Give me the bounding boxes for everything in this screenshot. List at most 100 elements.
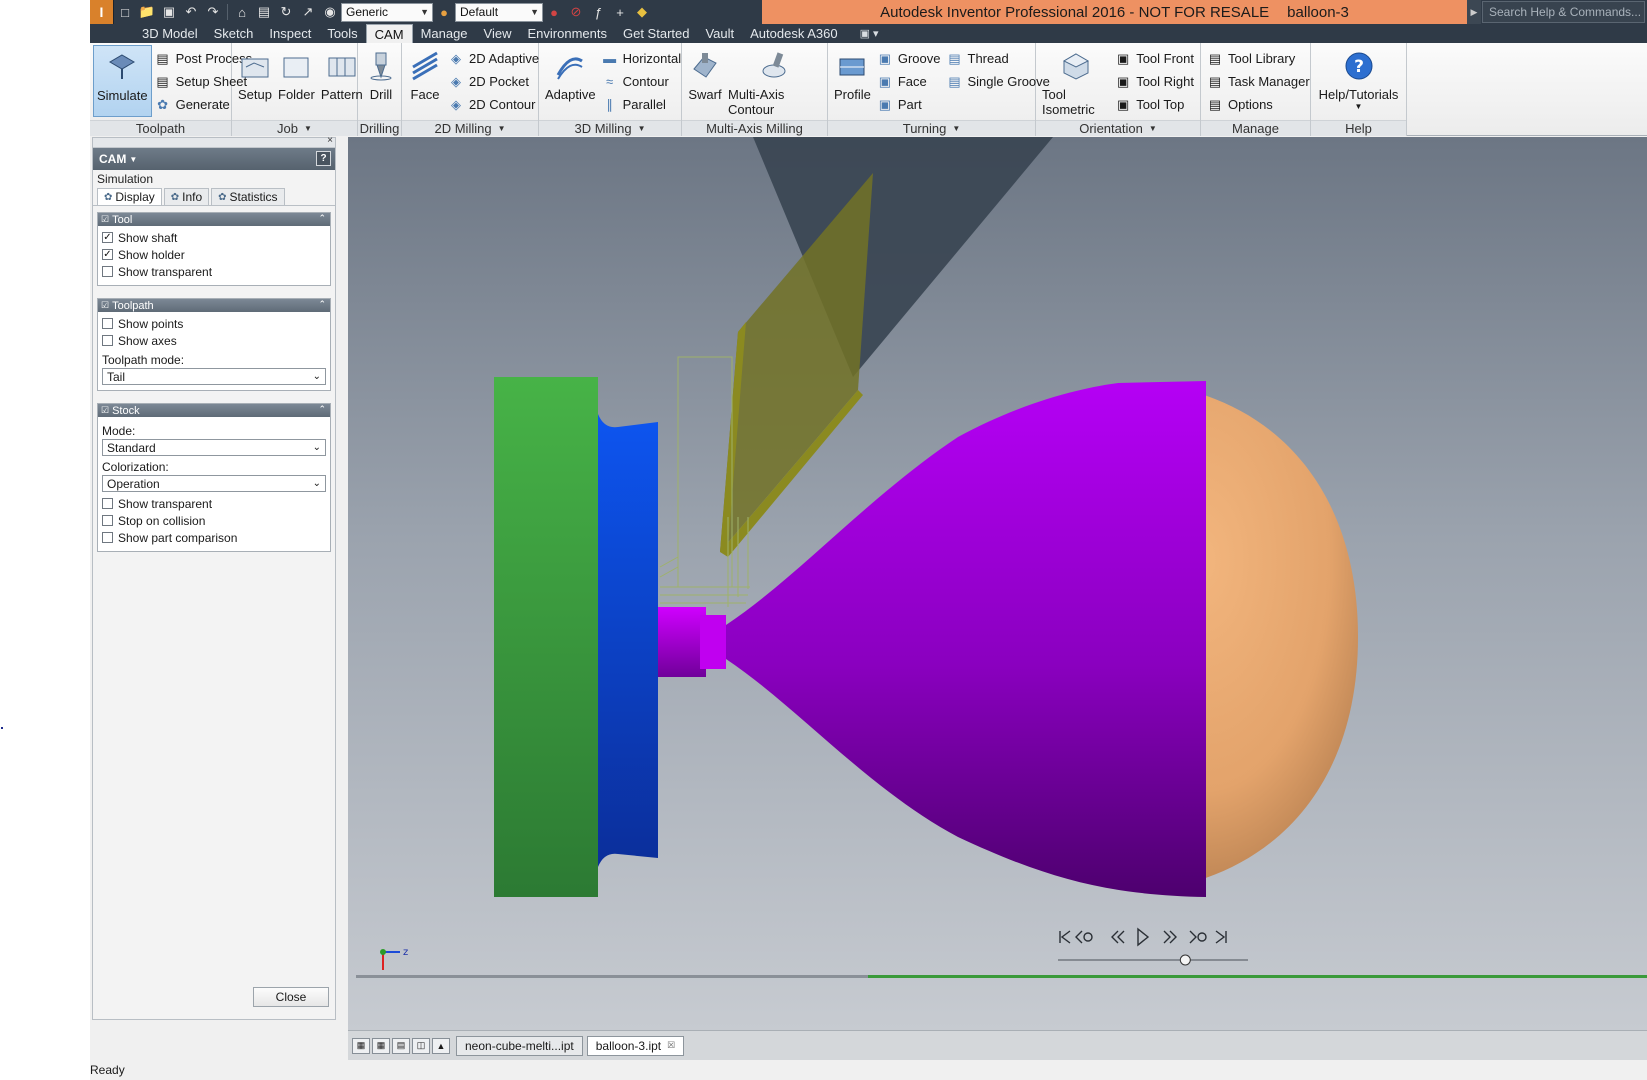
stock-mode-select[interactable]: Standard ⌄ (102, 439, 326, 456)
tab-statistics[interactable]: ✿ Statistics (211, 188, 285, 205)
skip-start-icon[interactable] (1059, 930, 1071, 944)
tab-vault[interactable]: Vault (697, 24, 742, 43)
plus-icon[interactable]: + (609, 1, 631, 23)
collapse-icon[interactable]: ⌃ (318, 404, 326, 415)
show-axes-checkbox[interactable]: Show axes (102, 332, 326, 349)
tab-environments[interactable]: Environments (520, 24, 615, 43)
playback-slider-knob[interactable] (1179, 954, 1191, 966)
profile-button[interactable]: Profile (831, 45, 874, 117)
drill-button[interactable]: Drill (361, 45, 401, 117)
tab-menu-icon[interactable]: ▲ (432, 1037, 450, 1054)
help-icon[interactable]: ? (316, 151, 331, 166)
close-icon[interactable]: ☒ (667, 1040, 675, 1051)
skip-end-icon[interactable] (1215, 930, 1227, 944)
2d-contour-button[interactable]: ◈ 2D Contour (445, 93, 542, 116)
turning-face-button[interactable]: ▣ Face (874, 70, 944, 93)
collapse-icon[interactable]: ⌃ (318, 299, 326, 310)
setup-button[interactable]: Setup (235, 45, 275, 117)
panel-toggle-icon[interactable]: ▣ ▾ (860, 24, 879, 43)
tab-tools[interactable]: Tools (319, 24, 365, 43)
stop-on-collision-checkbox[interactable]: Stop on collision (102, 512, 326, 529)
tool-show-transparent-checkbox[interactable]: Show transparent (102, 263, 326, 280)
2d-pocket-button[interactable]: ◈ 2D Pocket (445, 70, 542, 93)
face-2d-button[interactable]: Face (405, 45, 445, 117)
search-expand-icon[interactable]: ▶ (1467, 0, 1481, 24)
home-icon[interactable]: ⌂ (231, 1, 253, 23)
appearance-select[interactable]: Default ▼ (455, 2, 543, 22)
parallel-button[interactable]: ∥ Parallel (599, 93, 685, 116)
previous-operation-icon[interactable] (1075, 930, 1093, 944)
options-button[interactable]: ▤ Options (1204, 93, 1313, 116)
multi-axis-contour-button[interactable]: Multi-Axis Contour (725, 45, 824, 117)
tab-view[interactable]: View (476, 24, 520, 43)
tool-front-button[interactable]: ▣ Tool Front (1112, 47, 1197, 70)
horizontal-tile-icon[interactable]: ▤ (392, 1037, 410, 1054)
folder-button[interactable]: Folder (275, 45, 318, 117)
step-forward-icon[interactable] (1163, 930, 1177, 944)
colorization-select[interactable]: Operation ⌄ (102, 475, 326, 492)
tab-inspect[interactable]: Inspect (261, 24, 319, 43)
tab-3d-model[interactable]: 3D Model (134, 24, 206, 43)
tab-autodesk-a360[interactable]: Autodesk A360 (742, 24, 845, 43)
clear-icon[interactable]: ⊘ (565, 1, 587, 23)
open-icon[interactable]: 📁 (136, 1, 158, 23)
stock-section-header[interactable]: ☑ Stock ⌃ (98, 404, 330, 417)
tab-display[interactable]: ✿ Display (97, 188, 162, 205)
2d-adaptive-button[interactable]: ◈ 2D Adaptive (445, 47, 542, 70)
group-label-2d-milling[interactable]: 2D Milling ▼ (402, 120, 538, 136)
inventor-logo-icon[interactable]: I (90, 0, 114, 24)
redo-icon[interactable]: ↷ (202, 1, 224, 23)
graphics-viewport[interactable]: z (348, 137, 1647, 1030)
vertical-tile-icon[interactable]: ◫ (412, 1037, 430, 1054)
view-layout-icon[interactable]: ▦ (352, 1037, 370, 1054)
close-button[interactable]: Close (253, 987, 329, 1007)
material-select[interactable]: Generic ▼ (341, 2, 433, 22)
tab-sketch[interactable]: Sketch (206, 24, 262, 43)
customize-icon[interactable]: ◆ (631, 1, 653, 23)
tile-icon[interactable]: ▦ (372, 1037, 390, 1054)
panel-header[interactable]: CAM ▼ ? (93, 148, 335, 170)
document-tab[interactable]: neon-cube-melti...ipt (456, 1035, 583, 1056)
tab-cam[interactable]: CAM (365, 24, 413, 43)
material-icon[interactable]: ● (543, 1, 565, 23)
function-icon[interactable]: ƒ (587, 1, 609, 23)
show-points-checkbox[interactable]: Show points (102, 315, 326, 332)
group-label-job[interactable]: Job ▼ (232, 120, 357, 136)
groove-button[interactable]: ▣ Groove (874, 47, 944, 70)
measure-icon[interactable]: ▤ (253, 1, 275, 23)
help-tutorials-button[interactable]: ? Help/Tutorials ▼ (1314, 45, 1403, 117)
stock-show-transparent-checkbox[interactable]: Show transparent (102, 495, 326, 512)
tab-manage[interactable]: Manage (413, 24, 476, 43)
play-icon[interactable] (1137, 927, 1150, 947)
search-input[interactable]: Search Help & Commands... (1482, 1, 1645, 23)
task-manager-button[interactable]: ▤ Task Manager (1204, 70, 1313, 93)
document-tab-active[interactable]: balloon-3.ipt ☒ (586, 1035, 685, 1056)
swarf-button[interactable]: Swarf (685, 45, 725, 117)
tool-section-header[interactable]: ☑ Tool ⌃ (98, 213, 330, 226)
contour-button[interactable]: ≈ Contour (599, 70, 685, 93)
horizontal-button[interactable]: ▬ Horizontal (599, 47, 685, 70)
group-label-3d-milling[interactable]: 3D Milling ▼ (539, 120, 681, 136)
tool-library-button[interactable]: ▤ Tool Library (1204, 47, 1313, 70)
tool-isometric-button[interactable]: Tool Isometric (1039, 45, 1112, 117)
color-icon[interactable]: ● (433, 1, 455, 23)
new-icon[interactable]: □ (114, 1, 136, 23)
group-label-turning[interactable]: Turning ▼ (828, 120, 1035, 136)
tool-right-button[interactable]: ▣ Tool Right (1112, 70, 1197, 93)
close-icon[interactable]: × (327, 135, 333, 146)
appearance-icon[interactable]: ◉ (319, 1, 341, 23)
tab-info[interactable]: ✿ Info (163, 188, 210, 205)
simulate-button[interactable]: Simulate (93, 45, 152, 117)
group-label-orientation[interactable]: Orientation ▼ (1036, 120, 1200, 136)
save-icon[interactable]: ▣ (158, 1, 180, 23)
tab-get-started[interactable]: Get Started (615, 24, 697, 43)
show-part-comparison-checkbox[interactable]: Show part comparison (102, 529, 326, 546)
toolpath-mode-select[interactable]: Tail ⌄ (102, 368, 326, 385)
tool-top-button[interactable]: ▣ Tool Top (1112, 93, 1197, 116)
undo-icon[interactable]: ↶ (180, 1, 202, 23)
collapse-icon[interactable]: ⌃ (318, 213, 326, 224)
adaptive-button[interactable]: Adaptive (542, 45, 599, 117)
step-back-icon[interactable] (1111, 930, 1125, 944)
show-holder-checkbox[interactable]: ✓ Show holder (102, 246, 326, 263)
show-shaft-checkbox[interactable]: ✓ Show shaft (102, 229, 326, 246)
